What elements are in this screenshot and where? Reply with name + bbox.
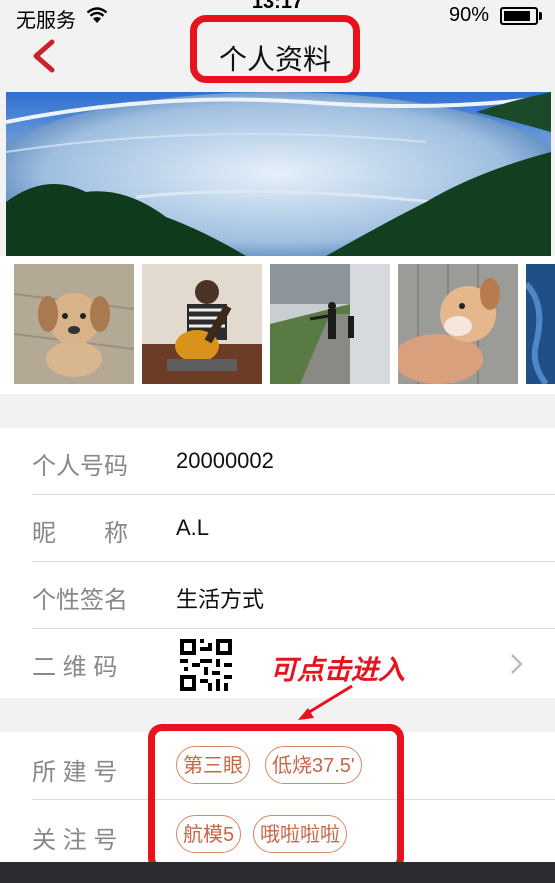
back-chevron-icon[interactable] [30, 38, 74, 82]
row-label: 个人号码 [32, 453, 128, 480]
photo-strip [0, 256, 555, 394]
section-gap [0, 394, 555, 428]
page-title: 个人资料 [218, 44, 331, 75]
photo-thumbnail[interactable] [14, 264, 134, 384]
qr-code-icon[interactable] [180, 639, 232, 691]
battery-icon [500, 7, 542, 25]
row-value: 20000002 [176, 448, 274, 473]
bottom-bar [0, 862, 555, 883]
row-value: 生活方式 [176, 587, 265, 612]
row-label: 昵 称 [32, 520, 128, 547]
row-value: A.L [176, 515, 210, 540]
row-label: 所 建 号 [32, 759, 118, 786]
row-label: 二 维 码 [32, 654, 118, 681]
battery-percent: 90% [449, 4, 490, 26]
photo-thumbnail[interactable] [526, 264, 555, 384]
row-personal-number: 个人号码 20000002 [0, 428, 555, 495]
navigation-bar: 个人资料 [0, 15, 555, 92]
cover-banner-image[interactable] [6, 92, 551, 256]
photo-thumbnail[interactable] [270, 264, 390, 384]
row-nickname[interactable]: 昵 称 A.L [0, 495, 555, 562]
chevron-right-icon [510, 653, 524, 675]
annotation-arrow-icon [290, 680, 360, 724]
row-signature[interactable]: 个性签名 生活方式 [0, 562, 555, 629]
row-label: 个性签名 [32, 587, 128, 614]
photo-thumbnail[interactable] [398, 264, 518, 384]
photo-thumbnail[interactable] [142, 264, 262, 384]
row-label: 关 注 号 [32, 827, 118, 854]
tags-annotation-box [148, 724, 404, 872]
